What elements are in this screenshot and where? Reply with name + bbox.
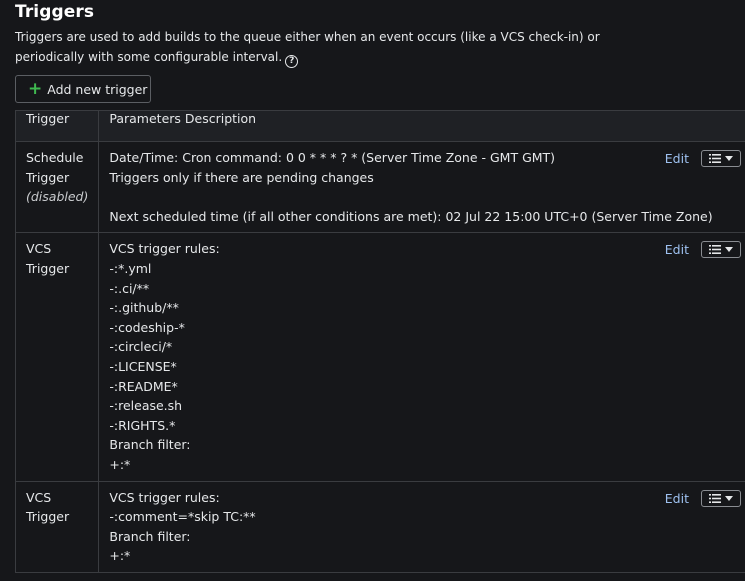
table-header-row: Trigger Parameters Description <box>14 110 745 142</box>
edit-link[interactable]: Edit <box>665 489 689 508</box>
rule-line: -:.github/** <box>109 300 179 316</box>
chevron-down-icon <box>725 495 733 501</box>
add-new-trigger-label: Add new trigger <box>47 81 148 97</box>
list-icon <box>709 154 721 163</box>
column-header-parameters: Parameters Description <box>98 110 745 142</box>
help-icon[interactable]: ? <box>285 55 299 68</box>
branch-filter-value: +:* <box>109 548 131 564</box>
rule-line: -:comment=*skip TC:** <box>109 509 256 525</box>
row-actions: Edit <box>665 240 741 259</box>
trigger-type-line: VCS <box>26 241 52 257</box>
rules-heading: VCS trigger rules: <box>109 241 220 257</box>
trigger-type-cell: VCS Trigger <box>14 480 100 573</box>
table-row: VCS Trigger VCS trigger rules: -:comment… <box>14 480 745 573</box>
triggers-table: Trigger Parameters Description Schedule … <box>14 110 745 573</box>
trigger-type-line: Trigger <box>26 260 70 276</box>
trigger-type-line: Trigger <box>26 509 70 525</box>
actions-menu-button[interactable] <box>701 241 741 259</box>
rule-line: -:codeship-* <box>109 319 185 335</box>
table-row: VCS Trigger VCS trigger rules: -:*.yml -… <box>14 232 745 482</box>
rule-line: -:release.sh <box>109 398 183 414</box>
page-description: Triggers are used to add builds to the q… <box>15 27 655 68</box>
trigger-type-line: VCS <box>26 489 52 505</box>
rule-line: -:*.yml <box>109 260 152 276</box>
branch-filter-heading: Branch filter: <box>109 437 191 453</box>
trigger-type-line: Trigger <box>26 169 70 185</box>
chevron-down-icon <box>725 247 733 253</box>
rule-line: -:README* <box>109 378 178 394</box>
edit-link[interactable]: Edit <box>665 149 689 168</box>
description-text: Triggers are used to add builds to the q… <box>15 30 600 64</box>
actions-menu-button[interactable] <box>701 150 741 167</box>
disabled-status: (disabled) <box>26 189 89 205</box>
param-line: Date/Time: Cron command: 0 0 * * * ? * (… <box>109 150 556 165</box>
rule-line: -:circleci/* <box>109 339 173 355</box>
trigger-type-cell: Schedule Trigger (disabled) <box>14 140 100 234</box>
rule-line: -:LICENSE* <box>109 358 177 374</box>
list-icon <box>709 245 721 255</box>
chevron-down-icon <box>725 156 733 161</box>
list-icon <box>709 493 721 503</box>
branch-filter-heading: Branch filter: <box>109 528 191 544</box>
actions-menu-button[interactable] <box>701 489 741 507</box>
parameters-cell: VCS trigger rules: -:comment=*skip TC:**… <box>98 480 745 573</box>
edit-link[interactable]: Edit <box>665 240 689 259</box>
trigger-type-cell: VCS Trigger <box>14 232 100 482</box>
rule-line: -:RIGHTS.* <box>109 417 176 433</box>
parameters-cell: VCS trigger rules: -:*.yml -:.ci/** -:.g… <box>98 232 745 482</box>
table-row: Schedule Trigger (disabled) Date/Time: C… <box>14 140 745 234</box>
param-line: Next scheduled time (if all other condit… <box>109 208 713 224</box>
row-actions: Edit <box>665 489 741 508</box>
rule-line: -:.ci/** <box>109 280 150 296</box>
plus-icon: + <box>28 78 43 99</box>
rules-heading: VCS trigger rules: <box>109 489 220 505</box>
param-line: Triggers only if there are pending chang… <box>109 169 374 185</box>
branch-filter-value: +:* <box>109 456 131 472</box>
column-header-trigger: Trigger <box>14 110 100 142</box>
add-new-trigger-button[interactable]: + Add new trigger <box>15 75 151 103</box>
row-actions: Edit <box>665 149 741 168</box>
page-title: Triggers <box>15 2 95 22</box>
trigger-type-line: Schedule <box>26 150 84 165</box>
parameters-cell: Date/Time: Cron command: 0 0 * * * ? * (… <box>98 140 745 234</box>
